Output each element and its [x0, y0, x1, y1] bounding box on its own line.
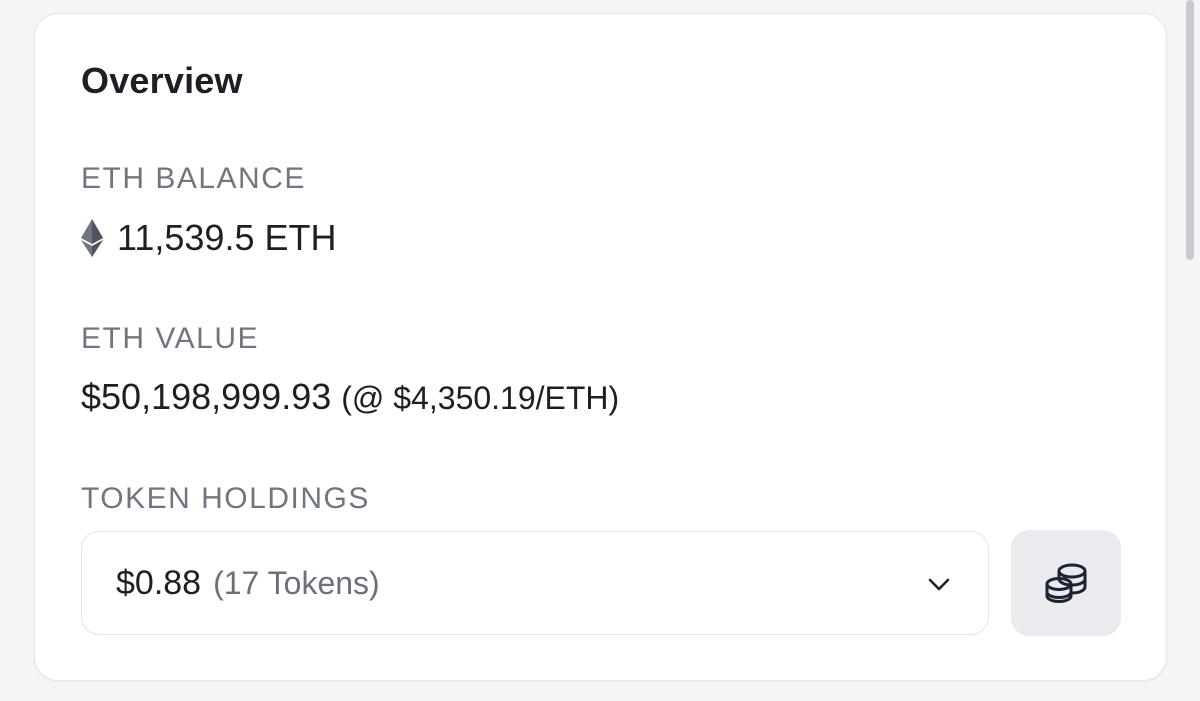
token-holdings-label: TOKEN HOLDINGS [81, 482, 370, 515]
token-holdings-dropdown[interactable]: $0.88 (17 Tokens) [81, 531, 989, 635]
coins-stack-icon [1045, 563, 1087, 603]
page-scrollbar[interactable] [1186, 0, 1194, 260]
chevron-down-icon [928, 578, 950, 591]
token-holdings-button[interactable] [1011, 530, 1121, 636]
eth-balance-row: 11,539.5 ETH [81, 216, 336, 260]
eth-price: (@ $4,350.19/ETH) [341, 380, 620, 416]
overview-title: Overview [81, 60, 243, 101]
overview-card: Overview ETH BALANCE 11,539.5 ETH ETH VA… [34, 13, 1167, 681]
eth-value-row: $50,198,999.93 (@ $4,350.19/ETH) [81, 376, 619, 418]
token-holdings-value: $0.88 [116, 563, 202, 602]
eth-value-amount: $50,198,999.93 [81, 376, 332, 417]
token-holdings-count: (17 Tokens) [213, 564, 380, 601]
ethereum-icon [81, 219, 103, 257]
eth-balance-label: ETH BALANCE [81, 162, 306, 195]
eth-value-label: ETH VALUE [81, 322, 259, 355]
eth-balance-value: 11,539.5 ETH [117, 217, 337, 258]
